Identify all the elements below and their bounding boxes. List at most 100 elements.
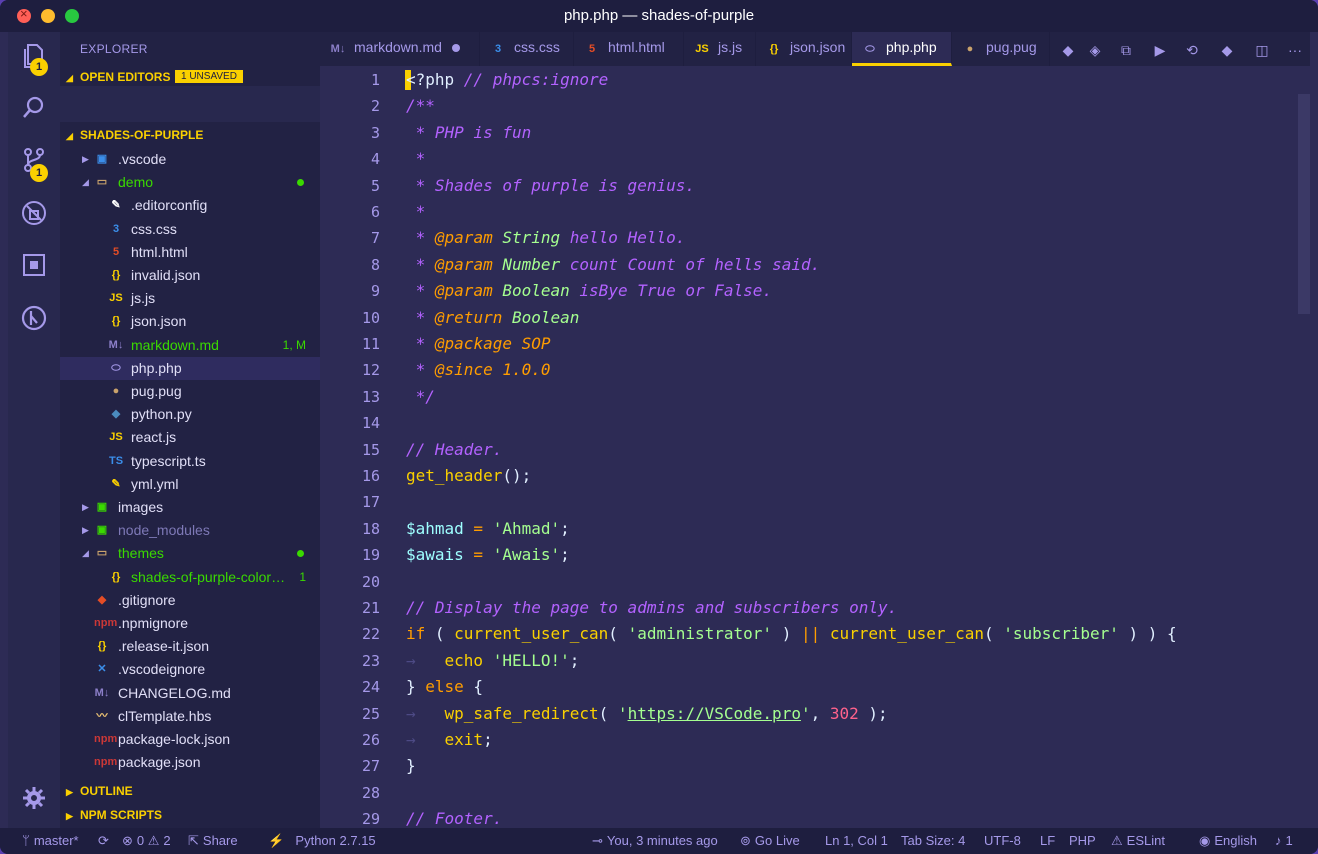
tab-markdown-md[interactable]: M↓ markdown.md: [320, 32, 480, 66]
npm-scripts-header[interactable]: ▶ NPM SCRIPTS: [66, 808, 162, 822]
tree-item-shades-of-purple-color[interactable]: {} shades-of-purple-color… 1: [60, 566, 320, 589]
search-icon[interactable]: [18, 94, 50, 126]
css-icon: 3: [112, 222, 120, 235]
code-token: $ahmad: [406, 518, 464, 538]
line-number: 14: [361, 414, 380, 433]
code-token: (: [608, 624, 628, 644]
tree-item-node-modules[interactable]: ▶ ▣ node_modules: [60, 519, 320, 542]
diff-icon[interactable]: ⟲: [1182, 40, 1202, 60]
code-token: @since: [434, 360, 493, 380]
cursor-position[interactable]: Ln 1, Col 1: [825, 833, 888, 848]
tree-item-demo[interactable]: ◢ ▭ demo: [60, 171, 320, 194]
tree-item-package-lock-json[interactable]: npm package-lock.json: [60, 728, 320, 751]
branch-status[interactable]: ᛘ master*: [22, 833, 79, 848]
share-button[interactable]: ⇱ Share: [188, 833, 238, 849]
git-blame-status[interactable]: ⊸ You, 3 minutes ago: [592, 833, 718, 849]
tree-item-label: package.json: [118, 754, 201, 771]
encoding[interactable]: UTF-8: [984, 833, 1021, 848]
tree-item-yml-yml[interactable]: ✎ yml.yml: [60, 473, 320, 496]
split-editor-icon[interactable]: ◫: [1252, 40, 1272, 60]
extensions-icon[interactable]: [18, 251, 50, 283]
tree-item-json-json[interactable]: {} json.json: [60, 310, 320, 333]
python-interpreter[interactable]: ⚡ Python 2.7.15: [268, 833, 376, 849]
tree-item-html-html[interactable]: 5 html.html: [60, 241, 320, 264]
tab-css-css[interactable]: 3 css.css: [480, 32, 574, 66]
code-line: * @param Number count Count of hells sai…: [406, 255, 821, 274]
go-live-button[interactable]: ⊚ Go Live: [740, 833, 800, 849]
gitlens-icon[interactable]: [18, 304, 50, 336]
python-run-icon[interactable]: ◆: [1058, 40, 1078, 60]
code-token: current_user_can: [454, 624, 609, 644]
code-editor[interactable]: 1 2 3 4 5 6 7 8 9 10 11 12 13 14 15 16 17 18 19 20 21 22 23 24 2…: [320, 66, 1310, 828]
tab-html-html[interactable]: 5 html.html: [574, 32, 684, 66]
end-of-line[interactable]: LF: [1040, 833, 1055, 848]
code-token: ': [800, 703, 811, 723]
git-icon[interactable]: ◆: [1217, 40, 1237, 60]
notifications[interactable]: ♪ 1: [1275, 833, 1293, 848]
debug-icon[interactable]: [18, 199, 50, 231]
tree-item-markdown-md[interactable]: M↓ markdown.md 1, M: [60, 334, 320, 357]
tree-item-css-css[interactable]: 3 css.css: [60, 218, 320, 241]
tree-item-vscode[interactable]: ▶ ▣ .vscode: [60, 148, 320, 171]
tree-item-pug-pug[interactable]: ● pug.pug: [60, 380, 320, 403]
tree-item-label: react.js: [131, 429, 177, 446]
outline-header[interactable]: ▶ OUTLINE: [66, 784, 133, 798]
tree-item-release-it-json[interactable]: {} .release-it.json: [60, 635, 320, 658]
gitlens-commit-icon[interactable]: ◈: [1085, 40, 1105, 60]
php-icon: ⬭: [111, 361, 121, 374]
tree-item-js-js[interactable]: JS js.js: [60, 287, 320, 310]
broadcast-icon: ⊚: [740, 833, 751, 848]
tab-pug-pug[interactable]: ● pug.pug: [952, 32, 1050, 66]
eslint-status[interactable]: ⚠ ESLint: [1111, 833, 1165, 849]
tree-item-gitignore[interactable]: ◆ .gitignore: [60, 589, 320, 612]
code-token: Boolean: [511, 307, 580, 327]
tree-item-label: themes: [118, 545, 164, 562]
tree-item-vscodeignore[interactable]: ✕ .vscodeignore: [60, 658, 320, 681]
json-icon: {}: [97, 640, 107, 653]
compare-icon[interactable]: ⧉: [1116, 40, 1136, 60]
tree-item-editorconfig[interactable]: ✎ .editorconfig: [60, 194, 320, 217]
titlebar: php.php — shades-of-purple: [0, 0, 1318, 32]
tree-item-package-json[interactable]: npm package.json: [60, 751, 320, 774]
tree-item-react-js[interactable]: JS react.js: [60, 426, 320, 449]
tab-json-json[interactable]: {} json.json: [756, 32, 852, 66]
scrollbar-thumb[interactable]: [1298, 94, 1310, 314]
close-window-button[interactable]: [17, 6, 31, 23]
more-actions-icon[interactable]: ···: [1285, 40, 1305, 60]
tree-item-changelog-md[interactable]: M↓ CHANGELOG.md: [60, 682, 320, 705]
sync-icon[interactable]: ⟳: [98, 833, 109, 849]
locale-status[interactable]: ◉ English: [1199, 833, 1257, 849]
open-editors-header[interactable]: ◢ OPEN EDITORS: [66, 70, 170, 84]
tree-item-npmignore[interactable]: npm .npmignore: [60, 612, 320, 635]
tree-item-label: .npmignore: [118, 615, 189, 631]
tree-item-invalid-json[interactable]: {} invalid.json: [60, 264, 320, 287]
tree-item-python-py[interactable]: ◆ python.py: [60, 403, 320, 426]
tree-item-label: shades-of-purple-color…: [131, 568, 286, 585]
minimize-window-button[interactable]: [41, 9, 55, 23]
problems-status[interactable]: ⊗ 0 ⚠ 2: [122, 833, 171, 849]
tree-item-php-php[interactable]: ⬭ php.php: [60, 356, 320, 380]
open-editors-list: [60, 86, 320, 122]
unsaved-dot[interactable]: [451, 44, 460, 53]
line-number: 26: [361, 731, 380, 749]
gear-icon[interactable]: [18, 784, 50, 816]
tree-item-cltemplate-hbs[interactable]: 〰 clTemplate.hbs: [60, 705, 320, 728]
project-header[interactable]: ◢ SHADES-OF-PURPLE: [66, 128, 203, 142]
language-mode[interactable]: PHP: [1069, 833, 1096, 848]
tree-item-label: yml.yml: [131, 475, 179, 492]
git-icon: ◆: [97, 593, 107, 606]
code-token: *: [406, 307, 435, 327]
tree-item-images[interactable]: ▶ ▣ images: [60, 496, 320, 519]
tab-size[interactable]: Tab Size: 4: [901, 833, 965, 848]
tab-php-php[interactable]: ⬭ php.php: [852, 32, 952, 66]
tree-item-typescript-ts[interactable]: TS typescript.ts: [60, 450, 320, 473]
run-icon[interactable]: ▶: [1150, 40, 1170, 60]
tree-item-label: markdown.md: [131, 336, 219, 353]
tab-js-js[interactable]: JS js.js: [684, 32, 756, 66]
code-line: // Display the page to admins and subscr…: [406, 598, 897, 617]
line-number: 9: [370, 282, 380, 301]
tree-item-themes[interactable]: ◢ ▭ themes: [60, 542, 320, 565]
maximize-window-button[interactable]: [65, 9, 79, 23]
yaml-icon: ✎: [111, 477, 121, 490]
